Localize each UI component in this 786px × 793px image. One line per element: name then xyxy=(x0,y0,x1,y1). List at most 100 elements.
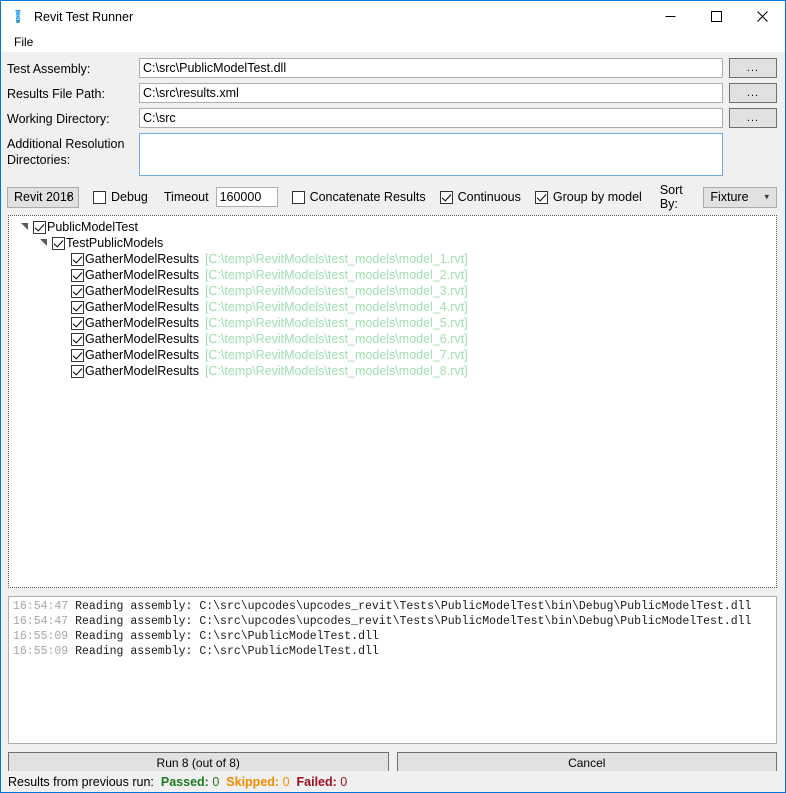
tree-item-test[interactable]: GatherModelResults [C:\temp\RevitModels\t… xyxy=(9,363,776,379)
log-line: 16:55:09 Reading assembly: C:\src\Public… xyxy=(13,629,776,644)
debug-checkbox-label: Debug xyxy=(111,190,148,204)
expander-collapse-icon[interactable] xyxy=(17,223,33,231)
maximize-button[interactable] xyxy=(693,1,739,32)
sort-by-select[interactable]: Fixture ▾ xyxy=(703,186,777,208)
tree-item-label: GatherModelResults xyxy=(85,300,199,314)
status-lead-label: Results from previous run: xyxy=(8,774,154,789)
tree-item-checkbox[interactable] xyxy=(71,252,84,266)
continuous-checkbox[interactable]: Continuous xyxy=(439,190,521,204)
revit-version-select[interactable]: Revit 2018 ▾ xyxy=(7,186,80,208)
log-timestamp: 16:55:09 xyxy=(13,630,69,643)
continuous-checkbox-label: Continuous xyxy=(457,190,521,204)
menu-item-file[interactable]: File xyxy=(9,34,38,50)
expander-collapse-icon[interactable] xyxy=(36,239,52,247)
tree-item-checkbox[interactable] xyxy=(71,284,84,298)
timeout-label: Timeout xyxy=(163,190,209,204)
tree-item-label: GatherModelResults xyxy=(85,284,199,298)
debug-checkbox[interactable]: Debug xyxy=(93,190,148,204)
maximize-icon xyxy=(710,11,722,22)
tree-item-test[interactable]: GatherModelResults [C:\temp\RevitModels\t… xyxy=(9,299,776,315)
tree-item-checkbox[interactable] xyxy=(71,300,84,314)
tree-node-label: TestPublicModels xyxy=(66,236,164,250)
log-line: 16:54:47 Reading assembly: C:\src\upcode… xyxy=(13,599,776,614)
tree-item-model-path: [C:\temp\RevitModels\test_models\model_4… xyxy=(204,300,468,314)
tree-node-root[interactable]: PublicModelTest xyxy=(9,219,776,235)
continuous-checkbox-box xyxy=(439,190,453,204)
log-message: Reading assembly: C:\src\upcodes\upcodes… xyxy=(68,600,752,613)
concatenate-results-checkbox-label: Concatenate Results xyxy=(309,190,426,204)
close-button[interactable] xyxy=(739,1,785,32)
test-tree[interactable]: PublicModelTest TestPublicModels GatherM… xyxy=(8,215,777,588)
status-passed-label: Passed: xyxy=(160,774,209,789)
tree-item-checkbox[interactable] xyxy=(71,268,84,282)
test-assembly-label: Test Assembly: xyxy=(7,62,91,76)
results-file-path-input[interactable] xyxy=(139,83,723,103)
field-row-working-directory: Working Directory: ... xyxy=(1,108,785,133)
sort-by-value: Fixture xyxy=(710,190,749,204)
status-skipped-value: 0 xyxy=(282,774,290,789)
status-failed: Failed: 0 xyxy=(297,775,348,789)
working-directory-label: Working Directory: xyxy=(7,112,110,126)
timeout-input[interactable] xyxy=(215,187,278,207)
tree-node-checkbox[interactable] xyxy=(33,220,46,234)
tree-item-test[interactable]: GatherModelResults [C:\temp\RevitModels\t… xyxy=(9,315,776,331)
test-assembly-input[interactable] xyxy=(139,58,723,78)
debug-checkbox-box xyxy=(93,190,107,204)
tree-item-test[interactable]: GatherModelResults [C:\temp\RevitModels\t… xyxy=(9,331,776,347)
tree-item-model-path: [C:\temp\RevitModels\test_models\model_5… xyxy=(204,316,468,330)
tree-item-label: GatherModelResults xyxy=(85,252,199,266)
tree-item-checkbox[interactable] xyxy=(71,332,84,346)
minimize-icon xyxy=(665,16,675,17)
tree-item-checkbox[interactable] xyxy=(71,348,84,362)
concatenate-results-checkbox[interactable]: Concatenate Results xyxy=(291,190,426,204)
options-toolbar: Revit 2018 ▾ Debug Timeout Concatenate R… xyxy=(1,183,785,211)
log-line: 16:54:47 Reading assembly: C:\src\upcode… xyxy=(13,614,776,629)
concatenate-results-checkbox-box xyxy=(291,190,305,204)
log-message: Reading assembly: C:\src\upcodes\upcodes… xyxy=(68,615,752,628)
tree-item-model-path: [C:\temp\RevitModels\test_models\model_2… xyxy=(204,268,468,282)
status-skipped-label: Skipped: xyxy=(226,774,280,789)
settings-form: Test Assembly: ... Results File Path: ..… xyxy=(1,52,785,181)
log-output[interactable]: 16:54:47 Reading assembly: C:\src\upcode… xyxy=(8,596,777,744)
tree-item-checkbox[interactable] xyxy=(71,364,84,378)
field-row-additional-resolution-directories: Additional Resolution Directories: xyxy=(1,133,785,181)
tree-node-label: PublicModelTest xyxy=(47,220,139,234)
title-bar: Revit Test Runner xyxy=(1,1,785,32)
chevron-down-icon: ▾ xyxy=(764,191,769,202)
status-passed-value: 0 xyxy=(212,774,220,789)
tree-node-fixture[interactable]: TestPublicModels xyxy=(9,235,776,251)
log-message: Reading assembly: C:\src\PublicModelTest… xyxy=(68,630,379,643)
results-file-path-browse-button[interactable]: ... xyxy=(729,83,777,103)
close-icon xyxy=(756,11,768,22)
log-line-list: 16:54:47 Reading assembly: C:\src\upcode… xyxy=(13,599,776,659)
group-by-model-checkbox-label: Group by model xyxy=(552,190,642,204)
working-directory-browse-button[interactable]: ... xyxy=(729,108,777,128)
tree-item-model-path: [C:\temp\RevitModels\test_models\model_8… xyxy=(204,364,468,378)
tree-item-checkbox[interactable] xyxy=(71,316,84,330)
additional-resolution-directories-input[interactable] xyxy=(139,133,723,176)
tree-item-test[interactable]: GatherModelResults [C:\temp\RevitModels\t… xyxy=(9,347,776,363)
status-skipped: Skipped: 0 xyxy=(226,775,289,789)
status-bar: Results from previous run: Passed: 0 Ski… xyxy=(1,771,785,792)
status-passed: Passed: 0 xyxy=(161,775,219,789)
group-by-model-checkbox[interactable]: Group by model xyxy=(534,190,642,204)
tree-item-model-path: [C:\temp\RevitModels\test_models\model_3… xyxy=(204,284,468,298)
tree-item-test[interactable]: GatherModelResults [C:\temp\RevitModels\t… xyxy=(9,283,776,299)
application-window: Revit Test Runner File Test Assembly: C:… xyxy=(0,0,786,793)
status-failed-label: Failed: xyxy=(296,774,337,789)
working-directory-input[interactable] xyxy=(139,108,723,128)
tree-node-checkbox[interactable] xyxy=(52,236,65,250)
test-assembly-browse-button[interactable]: ... xyxy=(729,58,777,78)
tree-item-test[interactable]: GatherModelResults [C:\temp\RevitModels\t… xyxy=(9,251,776,267)
minimize-button[interactable] xyxy=(647,1,693,32)
sort-by-label: Sort By: xyxy=(659,183,683,211)
results-file-path-label: Results File Path: xyxy=(7,87,105,101)
tree-test-list: GatherModelResults [C:\temp\RevitModels\t… xyxy=(9,251,776,379)
field-row-results-file-path: Results File Path: ... xyxy=(1,83,785,108)
log-timestamp: 16:54:47 xyxy=(13,600,69,613)
chevron-down-icon: ▾ xyxy=(66,191,72,202)
additional-resolution-directories-label: Additional Resolution Directories: xyxy=(7,137,125,167)
tree-item-test[interactable]: GatherModelResults [C:\temp\RevitModels\t… xyxy=(9,267,776,283)
window-title: Revit Test Runner xyxy=(34,9,134,24)
tree-item-model-path: [C:\temp\RevitModels\test_models\model_7… xyxy=(204,348,468,362)
